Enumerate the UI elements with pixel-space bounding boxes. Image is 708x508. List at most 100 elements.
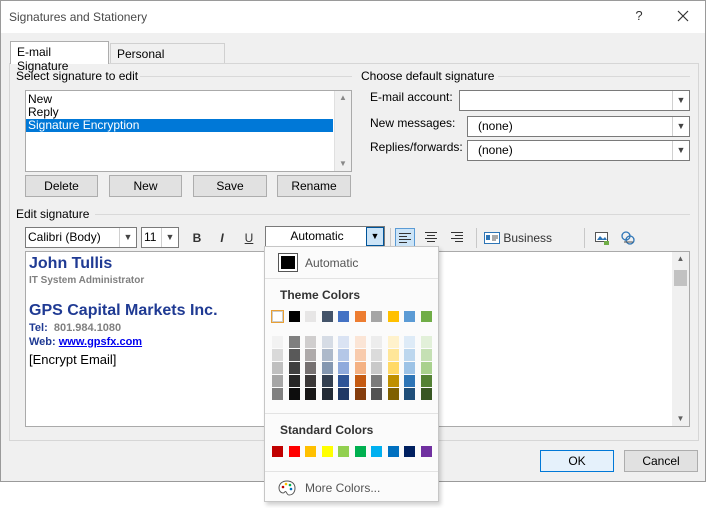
- theme-shade-swatch[interactable]: [420, 349, 432, 361]
- underline-button[interactable]: U: [239, 228, 259, 248]
- font-color-select[interactable]: Automatic ▼: [265, 226, 385, 247]
- chevron-down-icon[interactable]: ▼: [672, 141, 689, 160]
- theme-color-swatch[interactable]: [354, 311, 366, 322]
- chevron-down-icon[interactable]: ▼: [161, 228, 178, 247]
- theme-shade-swatch[interactable]: [338, 388, 349, 400]
- theme-shade-swatch[interactable]: [321, 375, 333, 387]
- theme-shade-swatch[interactable]: [371, 388, 382, 400]
- theme-shade-swatch[interactable]: [387, 336, 399, 348]
- theme-shade-swatch[interactable]: [354, 388, 366, 400]
- theme-shade-swatch[interactable]: [338, 375, 349, 387]
- chevron-down-icon[interactable]: ▼: [119, 228, 136, 247]
- theme-shade-swatch[interactable]: [420, 362, 432, 374]
- theme-shade-swatch[interactable]: [404, 375, 415, 387]
- theme-shade-swatch[interactable]: [371, 375, 382, 387]
- standard-color-swatch[interactable]: [371, 446, 382, 457]
- list-item-selected[interactable]: Signature Encryption: [26, 119, 333, 132]
- theme-shade-swatch[interactable]: [305, 375, 316, 387]
- theme-color-swatch[interactable]: [371, 311, 382, 322]
- signature-list[interactable]: New Reply Signature Encryption ▲ ▼: [25, 90, 352, 172]
- theme-color-swatch[interactable]: [321, 311, 333, 322]
- chevron-down-icon[interactable]: ▼: [672, 91, 689, 110]
- theme-shade-swatch[interactable]: [354, 375, 366, 387]
- theme-shade-swatch[interactable]: [404, 336, 415, 348]
- web-link[interactable]: www.gpsfx.com: [59, 336, 142, 348]
- theme-shade-swatch[interactable]: [305, 388, 316, 400]
- theme-shade-swatch[interactable]: [321, 362, 333, 374]
- theme-shade-swatch[interactable]: [404, 362, 415, 374]
- standard-color-swatch[interactable]: [354, 446, 366, 457]
- standard-color-swatch[interactable]: [321, 446, 333, 457]
- standard-color-swatch[interactable]: [420, 446, 432, 457]
- chevron-down-icon[interactable]: ▼: [672, 117, 689, 136]
- theme-shade-swatch[interactable]: [321, 388, 333, 400]
- email-account-select[interactable]: ▼: [459, 90, 690, 111]
- help-button[interactable]: ?: [629, 8, 649, 26]
- theme-shade-swatch[interactable]: [354, 349, 366, 361]
- theme-shade-swatch[interactable]: [288, 375, 300, 387]
- theme-shade-swatch[interactable]: [272, 388, 283, 400]
- theme-shade-swatch[interactable]: [272, 336, 283, 348]
- theme-color-swatch[interactable]: [420, 311, 432, 322]
- theme-shade-swatch[interactable]: [371, 362, 382, 374]
- theme-shade-swatch[interactable]: [272, 375, 283, 387]
- theme-color-swatch[interactable]: [338, 311, 349, 322]
- theme-shade-swatch[interactable]: [371, 349, 382, 361]
- theme-shade-swatch[interactable]: [420, 375, 432, 387]
- rename-button[interactable]: Rename: [277, 175, 351, 197]
- theme-color-swatch[interactable]: [387, 311, 399, 322]
- more-colors-option[interactable]: More Colors...: [265, 475, 438, 501]
- theme-shade-swatch[interactable]: [354, 336, 366, 348]
- theme-shade-swatch[interactable]: [387, 349, 399, 361]
- theme-shade-swatch[interactable]: [288, 362, 300, 374]
- theme-shade-swatch[interactable]: [387, 388, 399, 400]
- chevron-down-icon[interactable]: ▼: [366, 227, 384, 246]
- standard-color-swatch[interactable]: [404, 446, 415, 457]
- theme-shade-swatch[interactable]: [321, 349, 333, 361]
- cancel-button[interactable]: Cancel: [624, 450, 698, 472]
- theme-shade-swatch[interactable]: [420, 388, 432, 400]
- theme-color-swatch[interactable]: [404, 311, 415, 322]
- insert-hyperlink-button[interactable]: [618, 228, 638, 248]
- theme-shade-swatch[interactable]: [305, 362, 316, 374]
- theme-color-swatch[interactable]: [288, 311, 300, 322]
- theme-shade-swatch[interactable]: [404, 349, 415, 361]
- align-center-button[interactable]: [421, 228, 441, 248]
- font-select[interactable]: Calibri (Body) ▼: [25, 227, 137, 248]
- standard-color-swatch[interactable]: [305, 446, 316, 457]
- theme-shade-swatch[interactable]: [420, 336, 432, 348]
- close-button[interactable]: [673, 6, 693, 26]
- bold-button[interactable]: B: [187, 228, 207, 248]
- theme-shade-swatch[interactable]: [387, 362, 399, 374]
- theme-shade-swatch[interactable]: [321, 336, 333, 348]
- editor-scrollbar[interactable]: ▲ ▼: [672, 252, 689, 426]
- standard-color-swatch[interactable]: [288, 446, 300, 457]
- replies-select[interactable]: (none) ▼: [467, 140, 690, 161]
- theme-shade-swatch[interactable]: [354, 362, 366, 374]
- scroll-down-icon[interactable]: ▼: [672, 412, 689, 426]
- new-messages-select[interactable]: (none) ▼: [467, 116, 690, 137]
- insert-picture-button[interactable]: [592, 228, 612, 248]
- theme-shade-swatch[interactable]: [338, 349, 349, 361]
- tab-personal-stationery[interactable]: Personal Stationery: [110, 43, 225, 75]
- font-size-select[interactable]: 11 ▼: [141, 227, 179, 248]
- business-card-button[interactable]: Business Card: [484, 228, 579, 265]
- align-left-button[interactable]: [395, 228, 415, 248]
- theme-shade-swatch[interactable]: [338, 362, 349, 374]
- list-item[interactable]: New: [26, 93, 351, 106]
- standard-color-swatch[interactable]: [338, 446, 349, 457]
- automatic-color-option[interactable]: Automatic: [265, 247, 438, 277]
- scroll-up-icon[interactable]: ▲: [672, 252, 689, 266]
- align-right-button[interactable]: [447, 228, 467, 248]
- scroll-up-icon[interactable]: ▲: [335, 91, 351, 105]
- italic-button[interactable]: I: [212, 228, 232, 248]
- save-button[interactable]: Save: [193, 175, 267, 197]
- list-scrollbar[interactable]: ▲ ▼: [334, 91, 351, 171]
- theme-shade-swatch[interactable]: [305, 336, 316, 348]
- standard-color-swatch[interactable]: [272, 446, 283, 457]
- theme-shade-swatch[interactable]: [288, 388, 300, 400]
- theme-shade-swatch[interactable]: [288, 336, 300, 348]
- ok-button[interactable]: OK: [540, 450, 614, 472]
- theme-color-swatch[interactable]: [271, 310, 284, 323]
- new-button[interactable]: New: [109, 175, 182, 197]
